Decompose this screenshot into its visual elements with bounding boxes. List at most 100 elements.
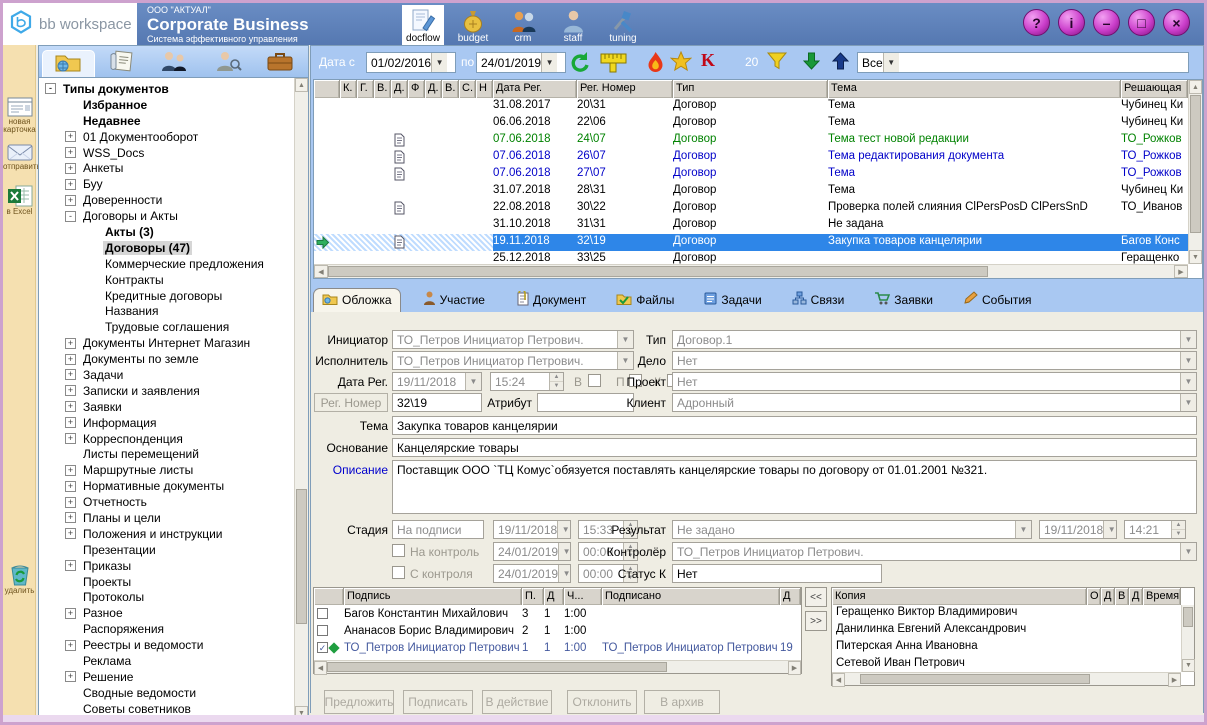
tree-expander-icon[interactable]: + [65, 338, 76, 349]
refresh-icon[interactable] [567, 51, 591, 78]
tree-expander-icon[interactable]: + [65, 417, 76, 428]
tree-item[interactable]: Протоколы [39, 590, 308, 606]
tab-files[interactable]: Файлы [608, 288, 682, 312]
tree-expander-icon[interactable]: + [65, 131, 76, 142]
move-right-button[interactable]: >> [805, 611, 827, 631]
tab-participation[interactable]: Участие [415, 288, 493, 312]
tree-item[interactable]: Распоряжения [39, 621, 308, 637]
time-spinner[interactable]: ▲▼ [1171, 521, 1185, 538]
tree-item[interactable]: + Записки и заявления [39, 383, 308, 399]
tree-item[interactable]: + Приказы [39, 558, 308, 574]
doc-row[interactable]: 19.11.2018 32\19 Договор Закупка товаров… [314, 234, 1188, 251]
tree-expander-icon[interactable]: - [45, 83, 56, 94]
tree-expander-icon[interactable]: + [65, 179, 76, 190]
column-header[interactable]: Д [544, 588, 564, 605]
date-to-input[interactable]: 24/01/2019 ▼ [476, 52, 566, 73]
tree-item[interactable]: + Нормативные документы [39, 478, 308, 494]
scrollbar-thumb[interactable] [327, 662, 667, 672]
reg-number-button[interactable]: Рег. Номер [314, 393, 388, 412]
filter-funnel-icon[interactable] [766, 51, 788, 76]
dropdown-arrow-icon[interactable]: ▼ [1180, 373, 1196, 390]
tab-tasks[interactable]: Задачи [696, 288, 769, 312]
tab-cover[interactable]: Обложка [313, 288, 401, 312]
column-header[interactable]: С. [459, 80, 476, 98]
dropdown-arrow-icon[interactable]: ▼ [1103, 521, 1117, 538]
tree-expander-icon[interactable]: + [65, 608, 76, 619]
column-header[interactable]: Тема [828, 80, 1121, 98]
column-header[interactable]: В. [442, 80, 459, 98]
tree-item[interactable]: + Буу [39, 176, 308, 192]
client-select[interactable]: Адронный▼ [672, 393, 1197, 412]
tree-item[interactable]: Контракты [39, 272, 308, 288]
tree-item[interactable]: + Документы по земле [39, 351, 308, 367]
column-header[interactable]: Копия [832, 588, 1087, 605]
tree-item[interactable]: - Договоры и Акты [39, 208, 308, 224]
dropdown-arrow-icon[interactable]: ▼ [1180, 394, 1196, 411]
copy-recipient[interactable]: Питерская Анна Ивановна [832, 639, 1181, 656]
doc-row[interactable]: 31.10.2018 31\31 Договор Не задана [314, 217, 1188, 234]
tree-item[interactable]: Недавнее [39, 113, 308, 129]
scroll-left-icon[interactable]: ◀ [832, 673, 845, 687]
column-header[interactable]: К. [340, 80, 357, 98]
scroll-left-icon[interactable]: ◀ [314, 661, 327, 675]
column-header[interactable]: Тип [673, 80, 828, 98]
doc-row[interactable]: 07.06.2018 24\07 Договор Тема тест новой… [314, 132, 1188, 149]
tree-item[interactable]: + 01 Документооборот [39, 129, 308, 145]
tree-item[interactable]: + Доверенности [39, 192, 308, 208]
tree-expander-icon[interactable]: + [65, 497, 76, 508]
off-control-date-input[interactable]: 24/01/2019▼ [493, 564, 571, 583]
basis-input[interactable]: Канцелярские товары [392, 438, 1197, 457]
sign-button[interactable]: Подписать [403, 690, 473, 714]
tree-expander-icon[interactable]: + [65, 465, 76, 476]
sort-up-icon[interactable] [832, 51, 849, 76]
column-header[interactable]: О [1087, 588, 1101, 605]
scroll-right-icon[interactable]: ▶ [1174, 265, 1188, 278]
signature-row[interactable]: ✓ ТО_Петров Инициатор Петрович 1 1 1:00 … [314, 639, 801, 656]
result-time-input[interactable]: 14:21▲▼ [1124, 520, 1186, 539]
stage-date-input[interactable]: 19/11/2018▼ [493, 520, 571, 539]
case-select[interactable]: Нет▼ [672, 351, 1197, 370]
on-control-date-input[interactable]: 24/01/2019▼ [493, 542, 571, 561]
sidebar-tab-registry[interactable] [97, 50, 148, 77]
dropdown-arrow-icon[interactable]: ▼ [558, 543, 571, 560]
tab-requests[interactable]: Заявки [866, 288, 941, 312]
tree-expander-icon[interactable]: + [65, 640, 76, 651]
column-header[interactable]: Подписано [602, 588, 780, 605]
tab-events[interactable]: События [955, 288, 1040, 312]
move-left-button[interactable]: << [805, 587, 827, 607]
column-header[interactable]: В [1115, 588, 1129, 605]
star-icon[interactable] [670, 51, 692, 77]
tree-expander-icon[interactable]: + [65, 354, 76, 365]
reg-number-value[interactable]: 32\19 [392, 393, 482, 412]
scrollbar-thumb[interactable] [1190, 95, 1201, 233]
scrollbar-thumb[interactable] [1183, 607, 1193, 627]
sort-down-icon[interactable] [803, 51, 820, 76]
column-header[interactable]: Д. [391, 80, 408, 98]
scroll-left-icon[interactable]: ◀ [314, 265, 328, 278]
dropdown-arrow-icon[interactable]: ▼ [557, 521, 571, 538]
scroll-up-icon[interactable]: ▲ [1189, 80, 1202, 94]
dropdown-arrow-icon[interactable]: ▼ [541, 53, 557, 72]
scrollbar-thumb[interactable] [296, 489, 307, 624]
tree-item[interactable]: + Маршрутные листы [39, 462, 308, 478]
tree-expander-icon[interactable]: + [65, 433, 76, 444]
help-button[interactable]: ? [1023, 9, 1050, 36]
tree-expander-icon[interactable]: - [65, 211, 76, 222]
copies-hscrollbar[interactable]: ◀ ▶ [832, 672, 1181, 685]
date-from-input[interactable]: 01/02/2016 ▼ [366, 52, 456, 73]
tree-item[interactable]: + Анкеты [39, 160, 308, 176]
stage-input[interactable]: На подписи [392, 520, 484, 539]
doc-row[interactable]: 25.12.2018 33\25 Договор Геращенко [314, 251, 1188, 264]
signature-checkbox[interactable]: ✓ [317, 625, 328, 636]
signatures-hscrollbar[interactable]: ◀ ▶ [314, 660, 801, 673]
reject-button[interactable]: Отклонить [567, 690, 637, 714]
tree-item[interactable]: + WSS_Docs [39, 145, 308, 161]
column-header[interactable]: Дата Рег. [493, 80, 577, 98]
tree-item[interactable]: + Реестры и ведомости [39, 637, 308, 653]
doc-row[interactable]: 31.07.2018 28\31 Договор Тема Чубинец Ки [314, 183, 1188, 200]
activate-button[interactable]: В действие [482, 690, 552, 714]
delete-button[interactable]: удалить [3, 563, 36, 595]
dropdown-arrow-icon[interactable]: ▼ [558, 565, 571, 582]
tree-expander-icon[interactable]: + [65, 369, 76, 380]
copy-recipient[interactable]: Геращенко Виктор Владимирович [832, 605, 1181, 622]
